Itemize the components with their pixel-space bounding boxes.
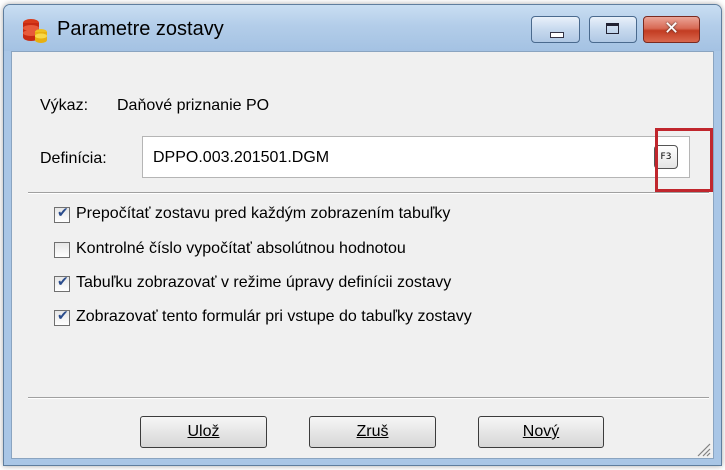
maximize-icon xyxy=(606,23,619,34)
checkbox-absolute-value-label: Kontrolné číslo vypočítať absolútnou hod… xyxy=(76,240,406,257)
divider-bottom xyxy=(28,397,709,399)
minimize-button[interactable] xyxy=(531,16,580,43)
definicia-label: Definícia: xyxy=(40,150,107,167)
checkbox-recalculate-box[interactable]: ✔ xyxy=(54,205,70,223)
checkmark-icon: ✔ xyxy=(57,274,69,290)
checkbox-edit-mode-box[interactable]: ✔ xyxy=(54,274,70,292)
close-button[interactable]: ✕ xyxy=(643,16,700,43)
vykaz-value: Daňové priznanie PO xyxy=(117,97,270,114)
checkbox-show-form-label: Zobrazovať tento formulár pri vstupe do … xyxy=(76,308,472,325)
divider-top xyxy=(28,192,709,194)
checkmark-icon: ✔ xyxy=(57,308,69,324)
checkbox-edit-mode-label: Tabuľku zobrazovať v režime úpravy defin… xyxy=(76,274,452,291)
vykaz-label: Výkaz: xyxy=(40,97,89,114)
highlight-box xyxy=(655,128,713,192)
app-database-icon xyxy=(23,19,47,43)
save-button-label: Ulož xyxy=(187,423,220,440)
checkbox-show-form-box[interactable]: ✔ xyxy=(54,308,70,326)
new-button-label: Nový xyxy=(522,423,560,440)
checkbox-absolute-value-box[interactable] xyxy=(54,242,70,258)
checkmark-icon: ✔ xyxy=(57,205,69,221)
definicia-field[interactable]: DPPO.003.201501.DGM F3 xyxy=(142,136,690,178)
cancel-button[interactable]: Zruš xyxy=(309,416,436,448)
checkbox-recalculate-label: Prepočítať zostavu pred každým zobrazení… xyxy=(76,205,451,222)
window-title: Parametre zostavy xyxy=(57,18,224,40)
minimize-icon xyxy=(550,32,564,38)
cancel-button-label: Zruš xyxy=(356,423,389,440)
dialog-content: Výkaz: Daňové priznanie PO Definícia: DP… xyxy=(11,51,714,459)
resize-grip-icon[interactable] xyxy=(693,439,711,457)
save-button[interactable]: Ulož xyxy=(140,416,267,448)
close-icon: ✕ xyxy=(663,18,680,39)
dialog-window: Parametre zostavy ✕ Výkaz: Daňové prizna… xyxy=(3,4,722,466)
maximize-button[interactable] xyxy=(589,16,637,43)
definicia-value: DPPO.003.201501.DGM xyxy=(153,149,330,166)
new-button[interactable]: Nový xyxy=(478,416,604,448)
title-bar[interactable]: Parametre zostavy ✕ xyxy=(4,5,721,51)
